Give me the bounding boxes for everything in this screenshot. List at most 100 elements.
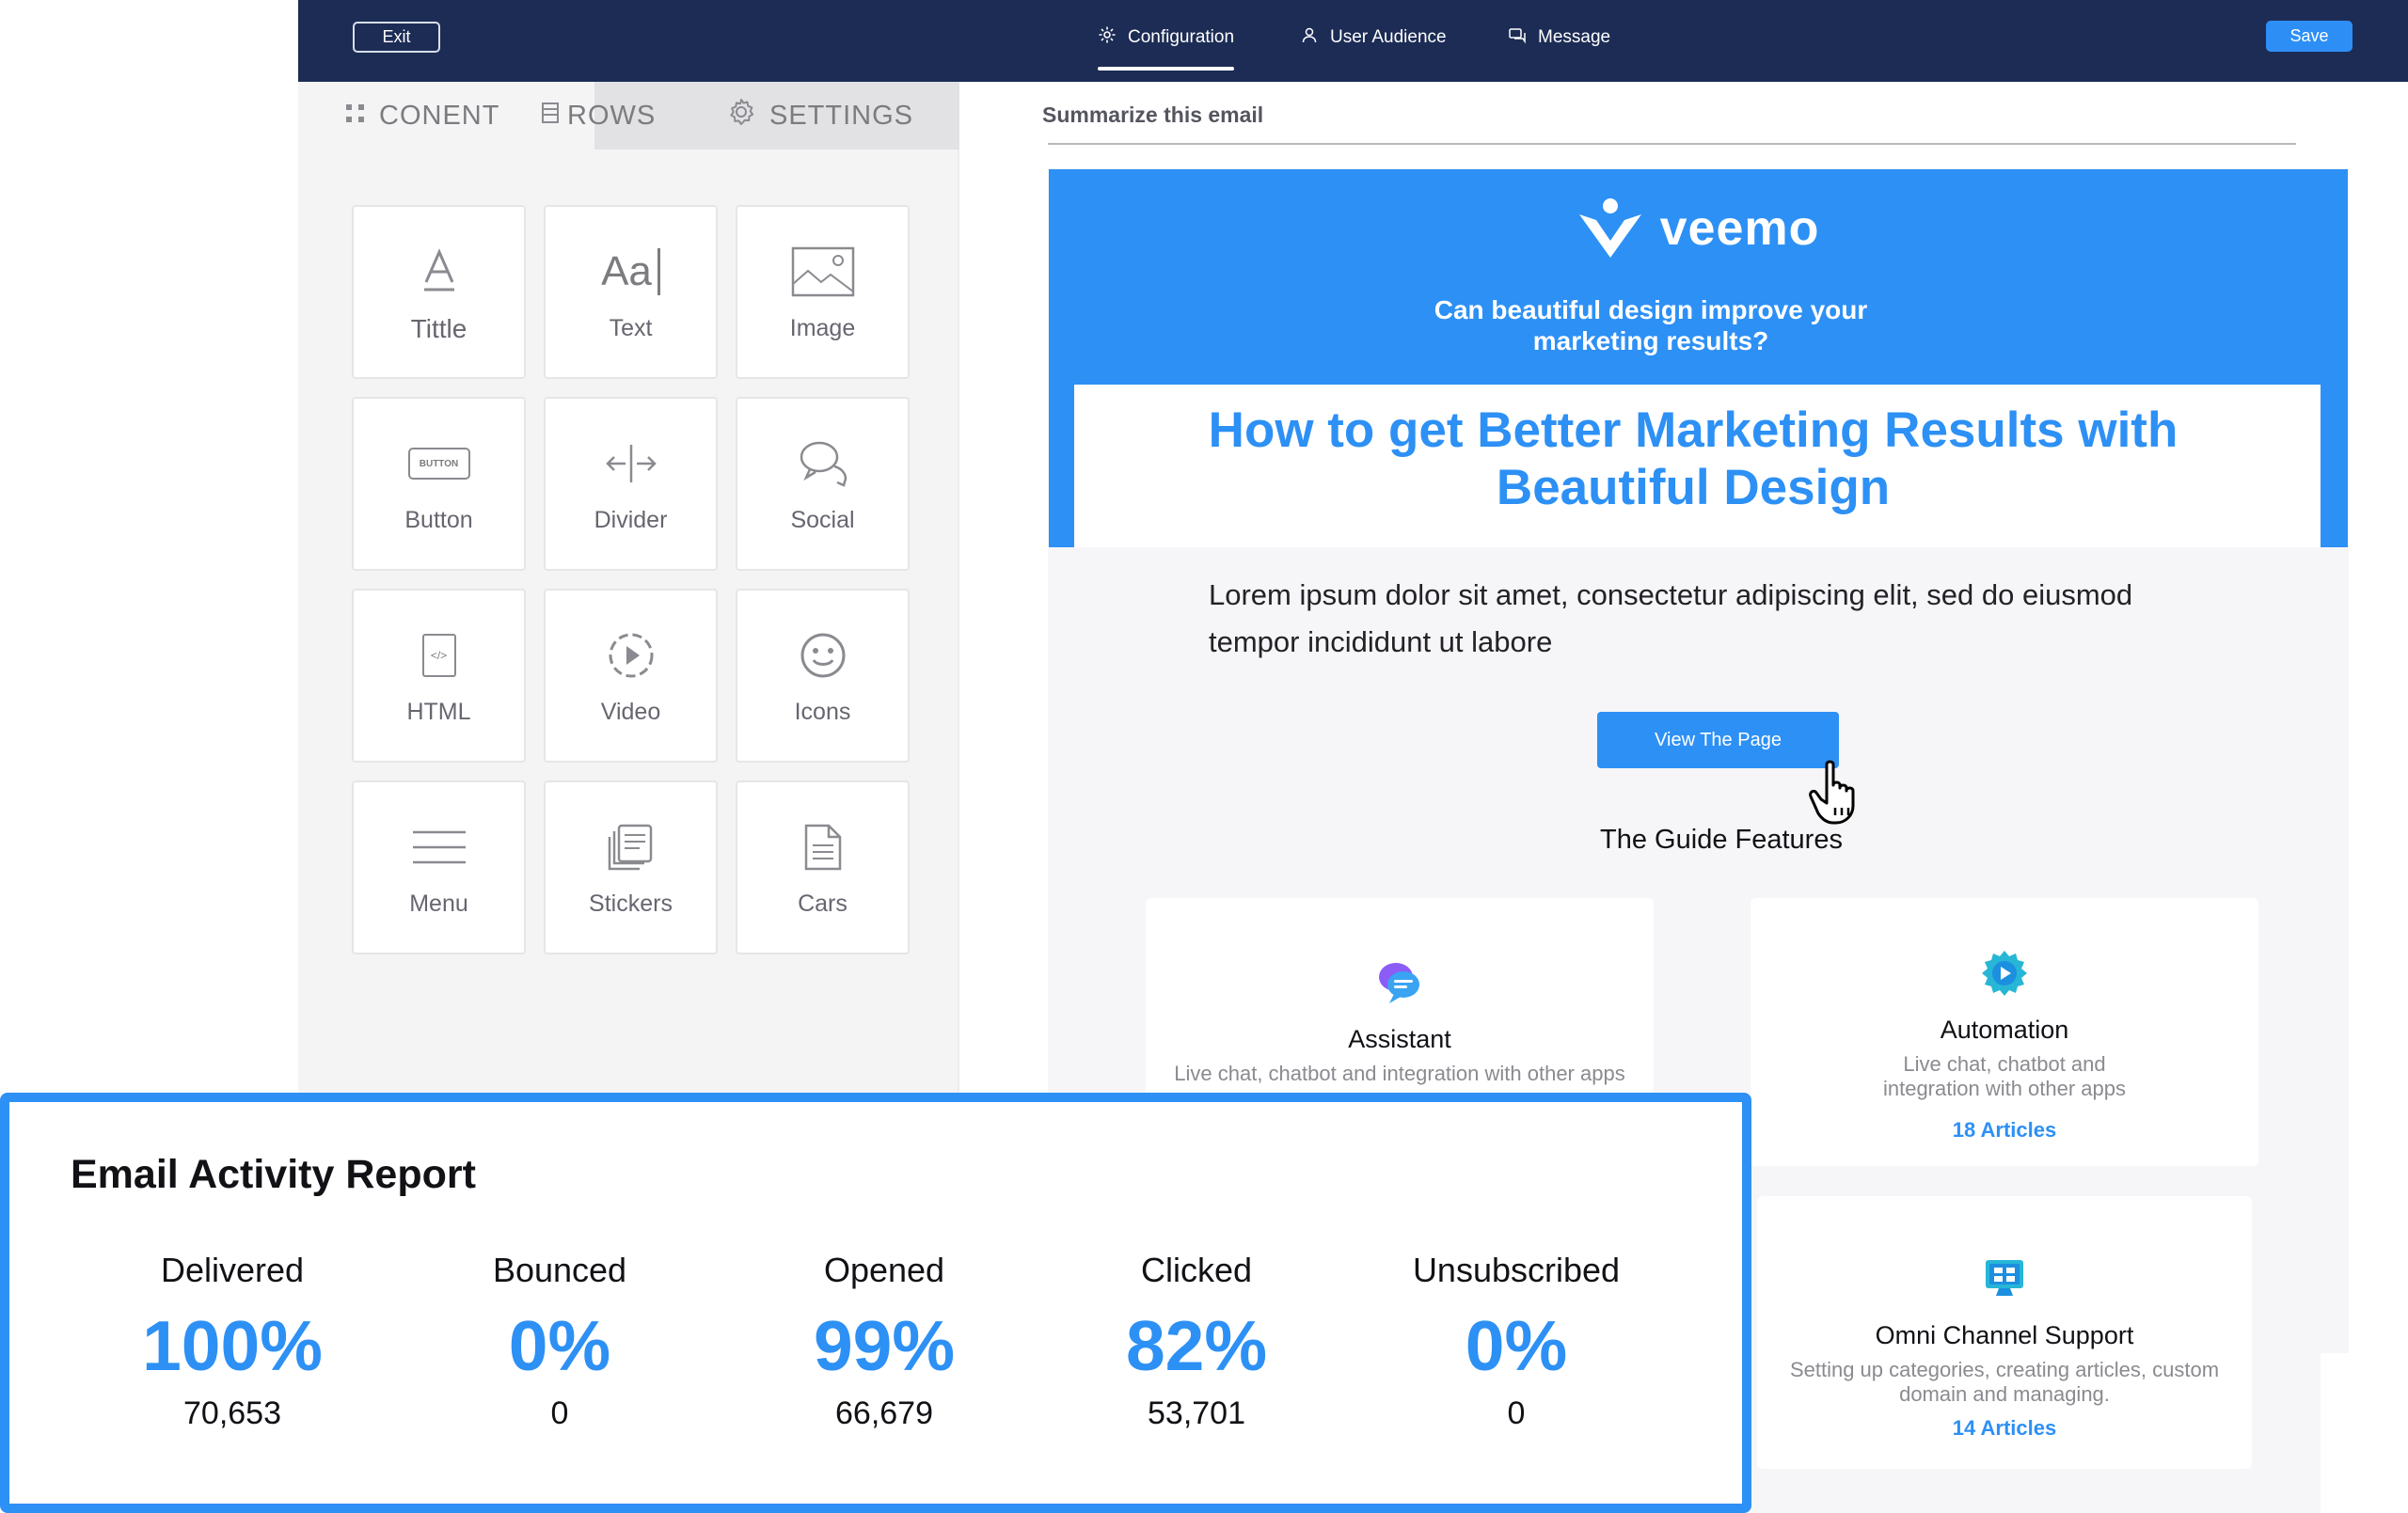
tab-settings-label: SETTINGS: [769, 100, 914, 131]
smiley-icon: [799, 625, 848, 686]
brand-logo: veemo: [1049, 197, 2348, 260]
block-html-label: HTML: [406, 699, 471, 725]
email-headline: How to get Better Marketing Results with…: [1208, 402, 2178, 515]
metric-label: Opened: [823, 1251, 945, 1289]
feature-description: Setting up categories, creating articles…: [1789, 1358, 2220, 1406]
veemo-logo-icon: [1578, 198, 1641, 258]
video-icon: [606, 625, 657, 686]
email-activity-report: Email Activity Report Delivered 100% 70,…: [0, 1093, 1751, 1513]
block-button[interactable]: BUTTON Button: [352, 397, 526, 571]
block-stickers-label: Stickers: [589, 890, 673, 917]
feature-description: Live chat, chatbot and integration with …: [1174, 1062, 1625, 1085]
nav-message-label: Message: [1538, 27, 1611, 47]
block-divider[interactable]: Divider: [544, 397, 718, 571]
panel-tabs: CONENT ROWS SETTINGS: [298, 82, 959, 150]
document-icon: [803, 817, 843, 877]
block-image-label: Image: [789, 315, 856, 341]
block-title-label: Tittle: [410, 313, 467, 343]
top-bar: Exit Configuration User Audience Message…: [298, 0, 2408, 82]
report-title: Email Activity Report: [71, 1152, 476, 1197]
feature-description: Live chat, chatbot and integration with …: [1882, 1052, 2127, 1100]
tab-settings[interactable]: SETTINGS: [726, 82, 952, 150]
metric-percent: 0%: [1465, 1306, 1568, 1385]
message-icon: [1508, 25, 1527, 50]
block-menu[interactable]: Menu: [352, 780, 526, 954]
metric-label: Bounced: [492, 1251, 627, 1289]
html-icon: </>: [421, 625, 456, 686]
rows-icon: [541, 101, 560, 132]
metric-count: 53,701: [1148, 1395, 1245, 1431]
tab-rows[interactable]: ROWS: [541, 82, 710, 150]
stickers-icon: [606, 817, 657, 877]
view-page-button[interactable]: View The Page: [1597, 712, 1839, 768]
tab-rows-label: ROWS: [567, 100, 657, 131]
metric-label: Clicked: [1140, 1251, 1253, 1289]
gear-icon: [726, 97, 756, 134]
metric-count: 70,653: [183, 1395, 281, 1431]
grid-dots-icon: [345, 101, 366, 132]
block-social[interactable]: Social: [736, 397, 910, 571]
summary-field[interactable]: Summarize this email: [1042, 102, 1263, 128]
metric-percent: 82%: [1125, 1306, 1268, 1385]
user-icon: [1300, 25, 1319, 50]
block-video-label: Video: [600, 699, 661, 725]
email-body-text: Lorem ipsum dolor sit amet, consectetur …: [1209, 578, 2133, 658]
feature-title: Assistant: [1348, 1025, 1451, 1053]
metric-delivered: Delivered 100% 70,653: [82, 1251, 383, 1432]
block-icons[interactable]: Icons: [736, 589, 910, 763]
block-video[interactable]: Video: [544, 589, 718, 763]
gear-icon: [1098, 25, 1117, 50]
block-stickers[interactable]: Stickers: [544, 780, 718, 954]
title-icon: [420, 241, 458, 301]
block-cars-label: Cars: [798, 890, 848, 917]
active-tab-indicator: [1098, 67, 1235, 71]
text-icon: Aa: [601, 242, 660, 302]
block-text[interactable]: Aa Text: [544, 205, 718, 379]
divider-icon: [605, 433, 657, 494]
block-cars[interactable]: Cars: [736, 780, 910, 954]
social-icon: [797, 433, 849, 494]
exit-button[interactable]: Exit: [353, 22, 440, 53]
feature-title: Automation: [1940, 1016, 2069, 1044]
save-button[interactable]: Save: [2266, 21, 2353, 52]
nav-message[interactable]: Message: [1508, 21, 1610, 55]
feature-card-automation[interactable]: Automation Live chat, chatbot and integr…: [1751, 898, 2258, 1166]
metric-bounced: Bounced 0% 0: [409, 1251, 710, 1432]
email-tagline: Can beautiful design improve your market…: [1434, 295, 1868, 355]
tab-content-label: CONENT: [379, 100, 500, 131]
summary-underline: [1048, 143, 2296, 145]
block-divider-label: Divider: [594, 507, 668, 533]
button-icon: BUTTON: [407, 433, 470, 494]
nav-user-audience[interactable]: User Audience: [1300, 21, 1447, 55]
block-title[interactable]: Tittle: [352, 205, 526, 379]
nav-configuration-label: Configuration: [1128, 27, 1235, 47]
metric-count: 0: [550, 1395, 569, 1431]
feature-title: Omni Channel Support: [1875, 1321, 2134, 1349]
app-screen: Exit Configuration User Audience Message…: [0, 0, 2408, 1513]
block-icons-label: Icons: [794, 699, 851, 725]
metric-opened: Opened 99% 66,679: [734, 1251, 1035, 1432]
guide-features-title: The Guide Features: [1600, 825, 1843, 855]
gear-play-icon: [1982, 951, 2027, 996]
block-html[interactable]: </> HTML: [352, 589, 526, 763]
nav-user-audience-label: User Audience: [1330, 27, 1447, 47]
block-menu-label: Menu: [409, 890, 468, 917]
monitor-icon: [1986, 1260, 2023, 1296]
metric-count: 66,679: [835, 1395, 933, 1431]
metric-unsubscribed: Unsubscribed 0% 0: [1366, 1251, 1667, 1432]
feature-card-omni-channel[interactable]: Omni Channel Support Setting up categori…: [1757, 1196, 2252, 1469]
block-image[interactable]: Image: [736, 205, 910, 379]
feature-articles-link[interactable]: 14 Articles: [1757, 1416, 2252, 1441]
menu-icon: [411, 817, 467, 877]
metric-label: Unsubscribed: [1412, 1251, 1621, 1289]
metric-clicked: Clicked 82% 53,701: [1046, 1251, 1347, 1432]
block-social-label: Social: [790, 507, 855, 533]
metric-label: Delivered: [160, 1251, 305, 1289]
nav-configuration[interactable]: Configuration: [1098, 21, 1235, 71]
metric-percent: 100%: [142, 1306, 323, 1385]
feature-articles-link[interactable]: 18 Articles: [1751, 1118, 2258, 1143]
metric-percent: 99%: [813, 1306, 956, 1385]
block-text-label: Text: [609, 315, 653, 341]
block-button-label: Button: [404, 507, 473, 533]
chat-bubbles-icon: [1379, 963, 1419, 1003]
